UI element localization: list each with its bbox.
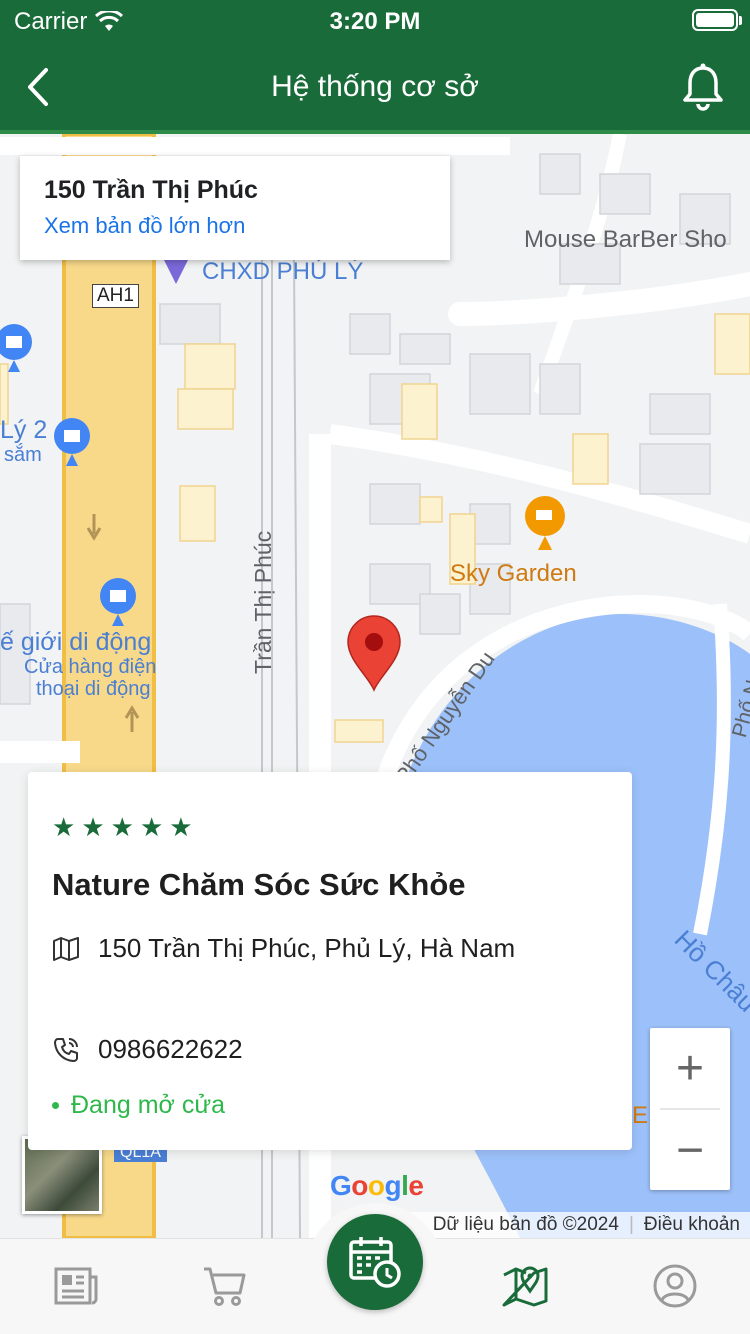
location-address: 150 Trần Thị Phúc, Phủ Lý, Hà Nam <box>98 933 516 963</box>
open-status: Đang mở cửa <box>52 1091 608 1120</box>
google-logo: Google <box>330 1170 424 1201</box>
star-icon: ★ <box>81 812 105 842</box>
location-pin <box>347 615 401 692</box>
zoom-controls: + − <box>650 1028 730 1190</box>
page-title: Hệ thống cơ sở <box>271 70 479 103</box>
zoom-in-button[interactable]: + <box>650 1028 730 1108</box>
notification-button[interactable] <box>680 62 726 112</box>
location-card[interactable]: ★ ★ ★ ★ ★ Nature Chăm Sóc Sức Khỏe 150 T… <box>28 772 632 1150</box>
location-phone[interactable]: 0986622622 <box>98 1034 243 1065</box>
map-label-barber: Mouse BarBer Sho <box>524 226 727 253</box>
phone-row[interactable]: 0986622622 <box>52 1034 608 1065</box>
bell-icon <box>683 63 723 111</box>
attribution-data: Dữ liệu bản đồ ©2024 <box>432 1214 619 1235</box>
tab-profile[interactable] <box>650 1261 700 1311</box>
map-label-tran-thi-phuc: Trần Thị Phúc <box>250 530 276 674</box>
phone-icon <box>54 1037 78 1062</box>
map-label-ah1: AH1 <box>92 284 139 308</box>
location-name: Nature Chăm Sóc Sức Khỏe <box>52 867 466 902</box>
map-label-chxd: CHXD PHỦ LÝ <box>202 258 364 285</box>
map-label-the-gioi: ế giới di động <box>0 628 152 656</box>
popup-address: 150 Trần Thị Phúc <box>44 176 258 204</box>
battery-icon <box>692 9 738 31</box>
map-pin-icon <box>502 1266 548 1307</box>
star-icon: ★ <box>169 812 193 842</box>
map-attribution: Ph Dữ liệu bản đồ ©2024 | Điều khoản <box>389 1212 750 1238</box>
battery-tip <box>739 16 742 25</box>
map-label-ly2-sub: sắm <box>4 444 42 466</box>
attribution-separator: | <box>628 1214 634 1235</box>
terms-link[interactable]: Điều khoản <box>644 1214 740 1236</box>
map-info-popup: 150 Trần Thị Phúc Xem bản đồ lớn hơn <box>20 156 450 260</box>
star-icon: ★ <box>110 812 134 842</box>
address-row: 150 Trần Thị Phúc, Phủ Lý, Hà Nam <box>52 933 608 964</box>
map-label-the-gioi-sub1: Cửa hàng điện <box>24 656 157 678</box>
tab-map[interactable] <box>500 1261 550 1311</box>
status-time: 3:20 PM <box>329 8 421 35</box>
map-label-partial-e: E <box>632 1102 649 1129</box>
status-bar: Carrier 3:20 PM <box>0 0 750 40</box>
user-icon <box>653 1264 697 1308</box>
cart-icon <box>204 1267 246 1306</box>
zoom-out-button[interactable]: − <box>650 1110 730 1190</box>
booking-fab-button[interactable] <box>327 1214 423 1310</box>
star-icon: ★ <box>52 812 76 842</box>
view-larger-map-link[interactable]: Xem bản đồ lớn hơn <box>44 213 426 239</box>
status-dot <box>52 1102 59 1109</box>
calendar-clock-icon <box>349 1237 401 1288</box>
map-label-sky-garden: Sky Garden <box>450 560 577 587</box>
tab-cart[interactable] <box>200 1261 250 1311</box>
map-label-ly2: Lý 2 <box>0 416 48 444</box>
map-fold-icon <box>53 936 79 961</box>
rating-stars: ★ ★ ★ ★ ★ <box>52 812 608 843</box>
tab-news[interactable] <box>50 1261 100 1311</box>
nav-bar: Hệ thống cơ sở <box>0 40 750 134</box>
star-icon: ★ <box>139 812 164 842</box>
map-label-the-gioi-sub2: thoại di động <box>36 678 151 700</box>
status-label: Đang mở cửa <box>71 1091 226 1119</box>
newspaper-icon <box>54 1267 98 1305</box>
